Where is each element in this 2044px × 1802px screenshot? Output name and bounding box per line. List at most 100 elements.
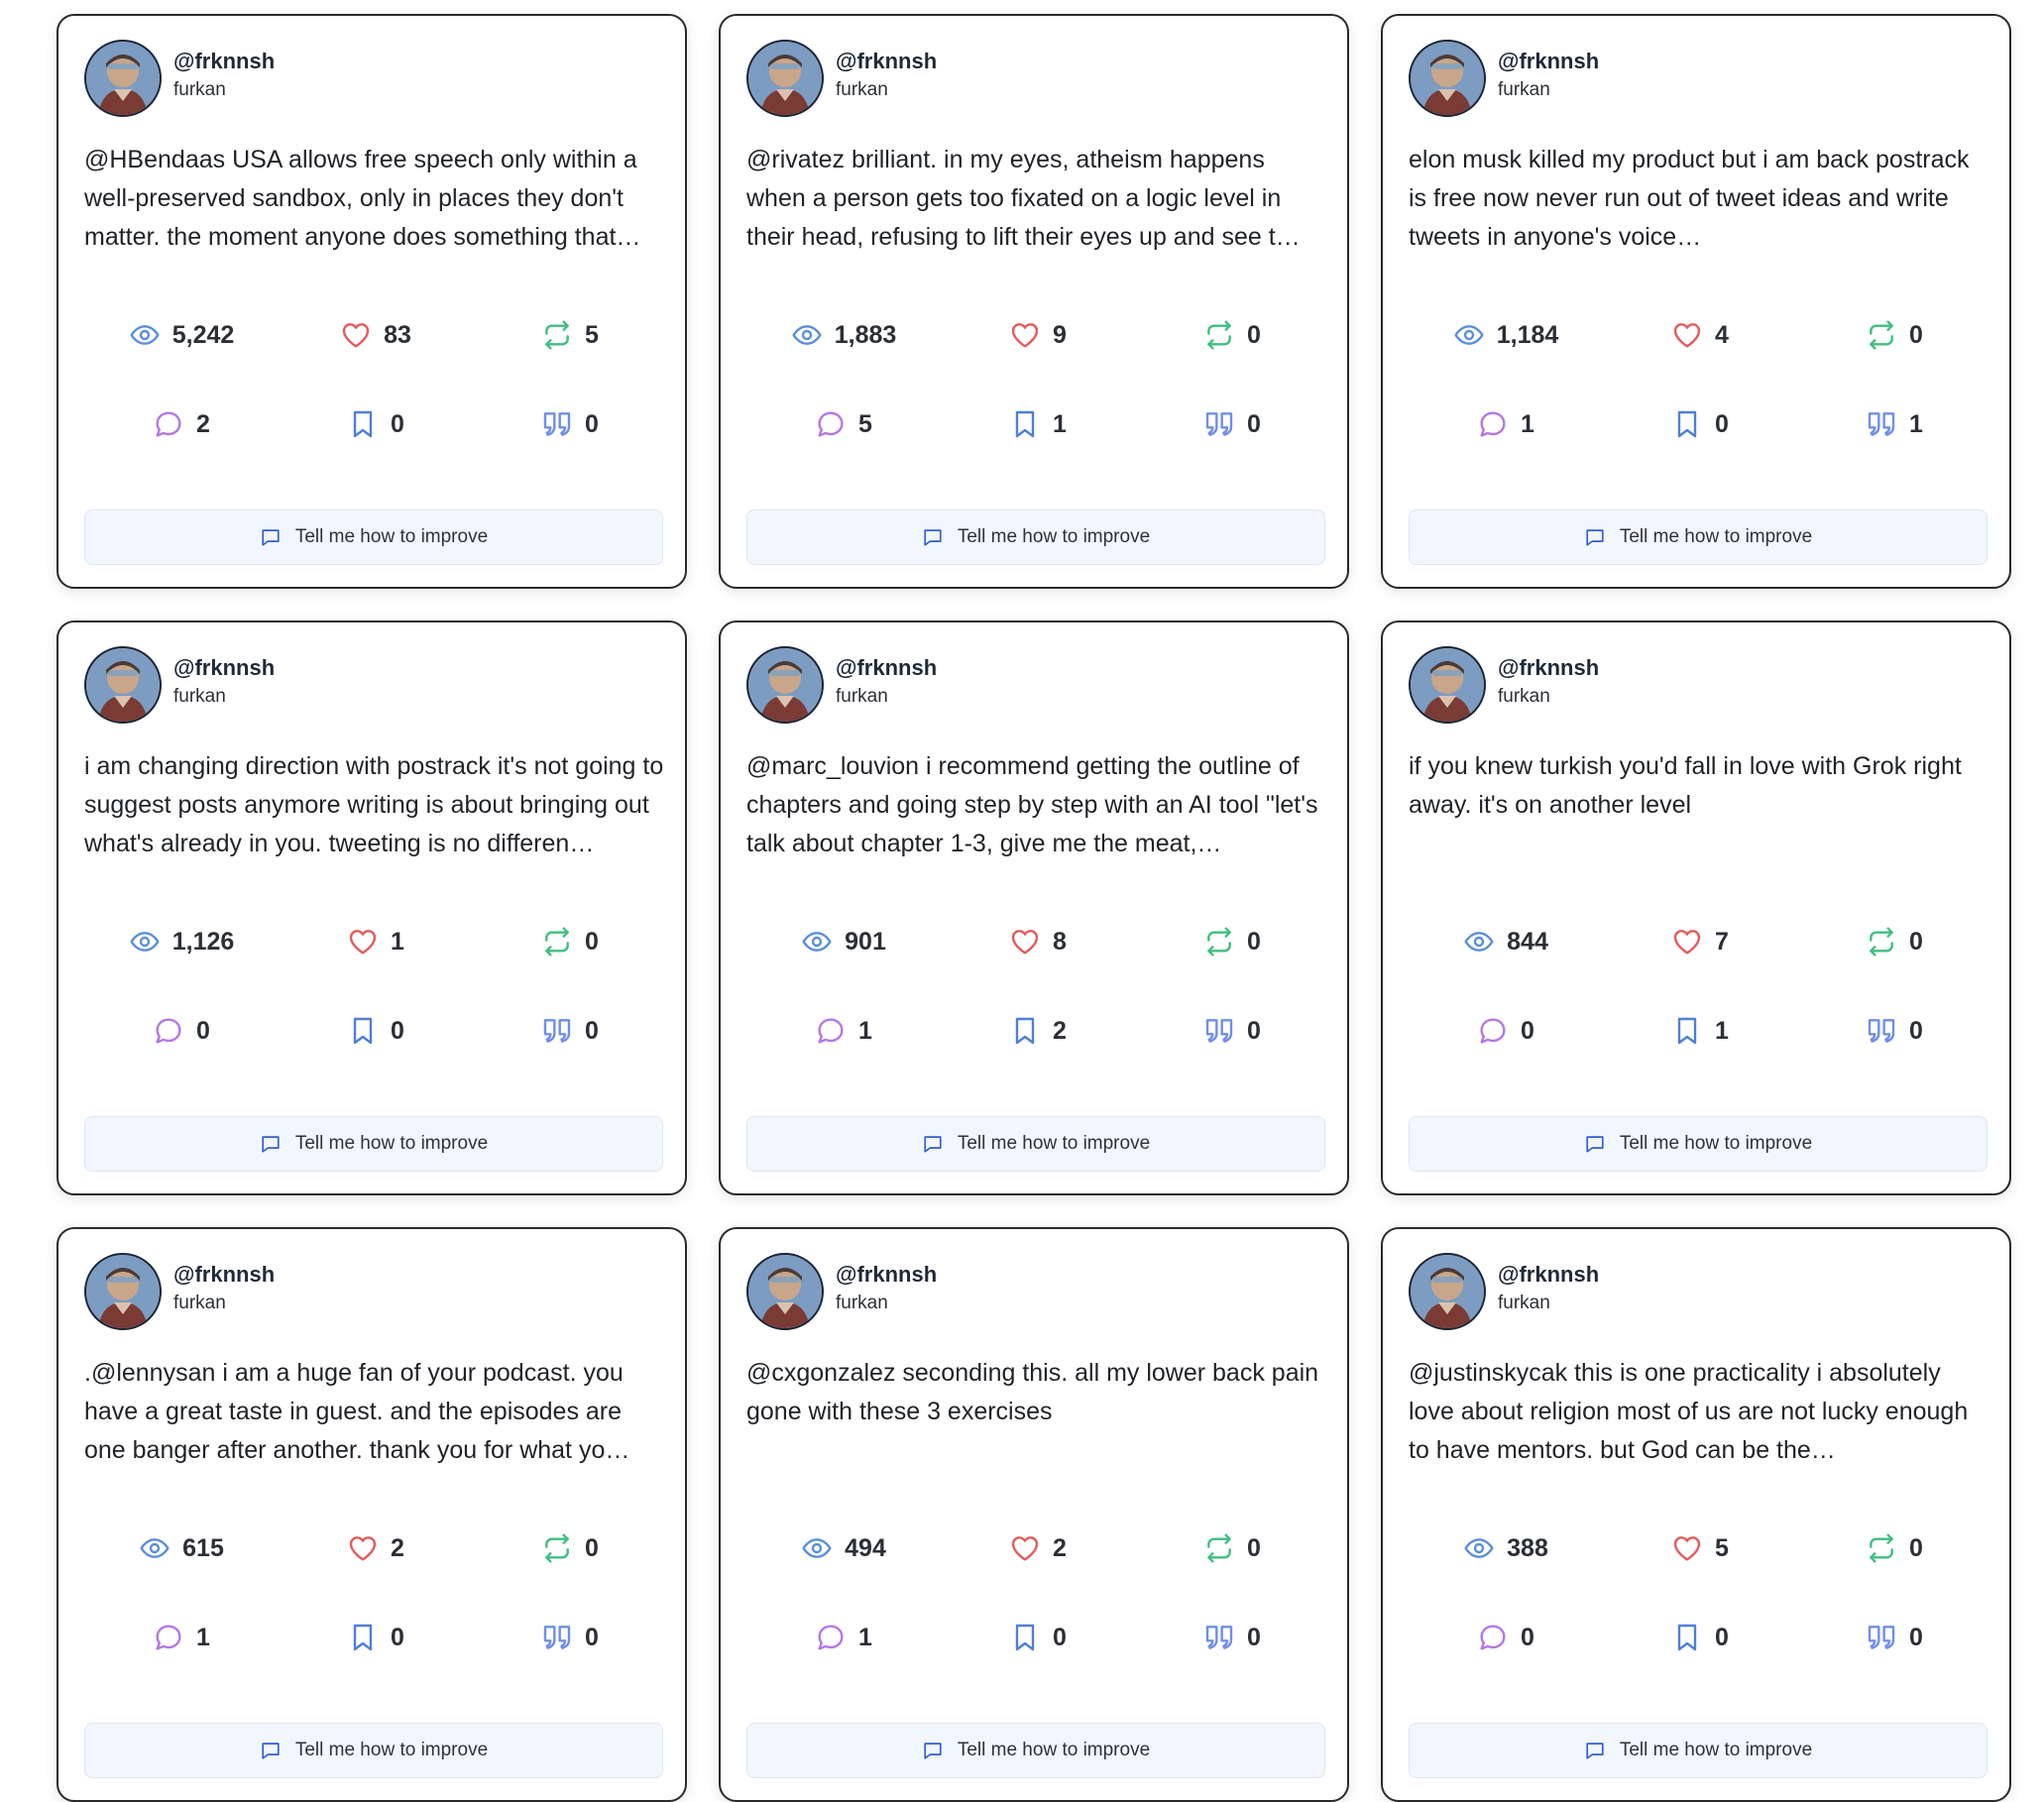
likes-stat: 1 bbox=[279, 912, 473, 971]
repost-icon bbox=[1870, 320, 1893, 350]
likes-count: 8 bbox=[1053, 927, 1067, 956]
avatar[interactable] bbox=[746, 40, 824, 117]
bookmarks-count: 0 bbox=[391, 409, 404, 438]
post-card[interactable]: @frknnsh furkan elon musk killed my prod… bbox=[1381, 14, 2011, 589]
likes-count: 7 bbox=[1715, 927, 1729, 956]
post-handle[interactable]: @frknnsh bbox=[836, 653, 937, 683]
reply-icon bbox=[818, 1625, 844, 1650]
repost-icon bbox=[545, 320, 569, 350]
repost-icon bbox=[1207, 927, 1231, 957]
quotes-count: 0 bbox=[1247, 409, 1261, 438]
likes-count: 5 bbox=[1715, 1533, 1729, 1562]
views-count: 844 bbox=[1507, 927, 1548, 956]
post-handle[interactable]: @frknnsh bbox=[836, 47, 937, 76]
views-stat: 1,126 bbox=[84, 912, 279, 971]
post-display-name: furkan bbox=[836, 1293, 888, 1313]
quotes-count: 1 bbox=[1909, 409, 1923, 438]
post-header: @frknnsh furkan bbox=[1409, 1253, 1599, 1330]
avatar[interactable] bbox=[1409, 646, 1486, 724]
replies-stat: 1 bbox=[1409, 394, 1603, 454]
post-text: i am changing direction with postrack it… bbox=[84, 752, 664, 857]
bookmark-icon bbox=[353, 1624, 373, 1651]
improve-button[interactable]: Tell me how to improve bbox=[1409, 509, 1987, 565]
post-handle[interactable]: @frknnsh bbox=[173, 653, 275, 683]
improve-button[interactable]: Tell me how to improve bbox=[746, 1723, 1325, 1778]
improve-button[interactable]: Tell me how to improve bbox=[1409, 1723, 1987, 1778]
quotes-count: 0 bbox=[1247, 1016, 1261, 1045]
post-card[interactable]: @frknnsh furkan @HBendaas USA allows fre… bbox=[57, 14, 687, 589]
replies-stat: 2 bbox=[84, 394, 279, 454]
post-handle[interactable]: @frknnsh bbox=[1498, 653, 1599, 683]
avatar[interactable] bbox=[1409, 1253, 1486, 1330]
improve-button[interactable]: Tell me how to improve bbox=[84, 1723, 663, 1778]
eye-icon bbox=[1464, 1538, 1494, 1558]
post-text: @rivatez brilliant. in my eyes, atheism … bbox=[746, 146, 1301, 251]
avatar[interactable] bbox=[746, 646, 824, 724]
reposts-count: 0 bbox=[1247, 320, 1261, 349]
quotes-count: 0 bbox=[1909, 1016, 1923, 1045]
replies-stat: 0 bbox=[84, 1001, 279, 1061]
post-handle[interactable]: @frknnsh bbox=[1498, 1260, 1599, 1290]
avatar[interactable] bbox=[84, 1253, 162, 1330]
reposts-stat: 0 bbox=[1135, 305, 1329, 365]
post-text: .@lennysan i am a huge fan of your podca… bbox=[84, 1359, 630, 1464]
quotes-count: 0 bbox=[1909, 1623, 1923, 1651]
quote-icon bbox=[1205, 1626, 1233, 1649]
quotes-count: 0 bbox=[585, 409, 599, 438]
replies-count: 0 bbox=[1521, 1016, 1534, 1045]
improve-button[interactable]: Tell me how to improve bbox=[746, 1116, 1325, 1172]
quotes-stat: 0 bbox=[1797, 1001, 1991, 1061]
metrics-row-secondary: 1 0 1 bbox=[1409, 394, 1991, 454]
heart-icon bbox=[1673, 1536, 1701, 1561]
quote-icon bbox=[1205, 1019, 1233, 1043]
replies-count: 5 bbox=[858, 409, 872, 438]
avatar[interactable] bbox=[1409, 40, 1486, 117]
quotes-stat: 1 bbox=[1797, 394, 1991, 454]
post-header: @frknnsh furkan bbox=[84, 40, 275, 117]
improve-button[interactable]: Tell me how to improve bbox=[1409, 1116, 1987, 1172]
views-count: 5,242 bbox=[171, 320, 235, 349]
replies-stat: 1 bbox=[746, 1001, 941, 1061]
bookmarks-stat: 0 bbox=[279, 1608, 473, 1667]
repost-icon bbox=[1207, 1533, 1231, 1563]
reposts-stat: 0 bbox=[473, 912, 667, 971]
metrics-row-primary: 1,883 9 0 bbox=[746, 305, 1329, 365]
bookmarks-stat: 0 bbox=[279, 1001, 473, 1061]
quotes-stat: 0 bbox=[1797, 1608, 1991, 1667]
avatar[interactable] bbox=[84, 40, 162, 117]
metrics-row-primary: 388 5 0 bbox=[1409, 1519, 1991, 1578]
bookmarks-stat: 0 bbox=[941, 1608, 1135, 1667]
post-card[interactable]: @frknnsh furkan @rivatez brilliant. in m… bbox=[719, 14, 1349, 589]
post-card[interactable]: @frknnsh furkan @justinskycak this is on… bbox=[1381, 1227, 2011, 1802]
avatar[interactable] bbox=[84, 646, 162, 724]
improve-button[interactable]: Tell me how to improve bbox=[84, 509, 663, 565]
post-handle[interactable]: @frknnsh bbox=[1498, 47, 1599, 76]
comment-icon bbox=[924, 1743, 942, 1759]
post-handle[interactable]: @frknnsh bbox=[836, 1260, 937, 1290]
bookmark-icon bbox=[1015, 410, 1035, 438]
improve-button[interactable]: Tell me how to improve bbox=[746, 509, 1325, 565]
repost-icon bbox=[1870, 927, 1893, 957]
reposts-stat: 0 bbox=[1135, 912, 1329, 971]
post-handle[interactable]: @frknnsh bbox=[173, 1260, 275, 1290]
post-card[interactable]: @frknnsh furkan .@lennysan i am a huge f… bbox=[57, 1227, 687, 1802]
views-stat: 1,883 bbox=[746, 305, 941, 365]
quote-icon bbox=[543, 412, 571, 436]
likes-stat: 7 bbox=[1603, 912, 1797, 971]
quotes-count: 0 bbox=[585, 1623, 599, 1651]
reply-icon bbox=[156, 411, 181, 437]
improve-button[interactable]: Tell me how to improve bbox=[84, 1116, 663, 1172]
post-card[interactable]: @frknnsh furkan i am changing direction … bbox=[57, 620, 687, 1195]
eye-icon bbox=[802, 932, 832, 952]
heart-icon bbox=[1673, 323, 1701, 348]
quotes-stat: 0 bbox=[1135, 1001, 1329, 1061]
post-display-name: furkan bbox=[173, 1293, 226, 1313]
post-text: @HBendaas USA allows free speech only wi… bbox=[84, 146, 641, 251]
post-card[interactable]: @frknnsh furkan @cxgonzalez seconding th… bbox=[719, 1227, 1349, 1802]
repost-icon bbox=[545, 1533, 569, 1563]
avatar[interactable] bbox=[746, 1253, 824, 1330]
post-card[interactable]: @frknnsh furkan @marc_louvion i recommen… bbox=[719, 620, 1349, 1195]
post-card[interactable]: @frknnsh furkan if you knew turkish you'… bbox=[1381, 620, 2011, 1195]
post-handle[interactable]: @frknnsh bbox=[173, 47, 275, 76]
improve-label: Tell me how to improve bbox=[957, 1133, 1151, 1154]
